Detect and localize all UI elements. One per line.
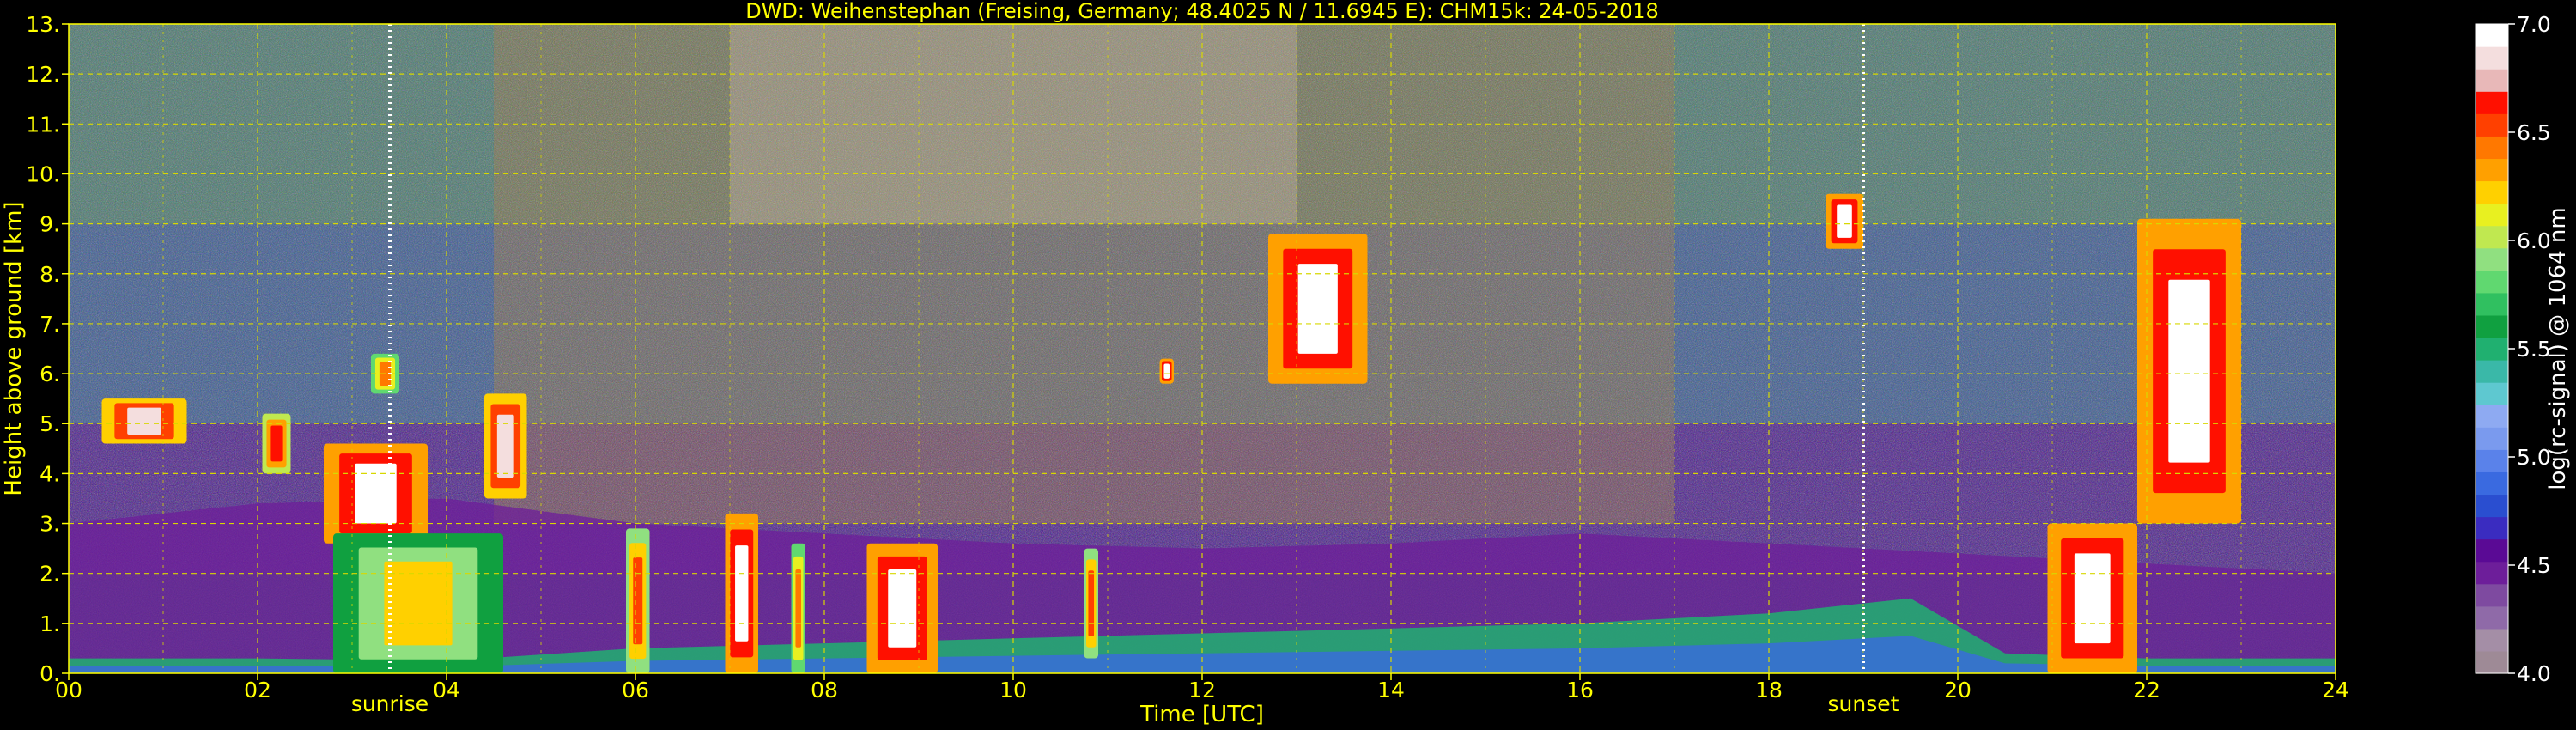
sun-event-labels: sunrise sunset: [351, 691, 1899, 716]
y-tick-label: 2.: [39, 562, 60, 587]
sun-event-label: sunrise: [351, 691, 428, 716]
colorbar-segment: [2476, 494, 2508, 518]
colorbar-label: log(rc-signal) @ 1064 nm: [2545, 207, 2571, 490]
cloud-core: [384, 561, 453, 646]
x-tick-label: 22: [2133, 678, 2160, 703]
cloud-core: [127, 407, 161, 435]
cloud-0: [101, 398, 187, 444]
y-tick-label: 12.: [26, 62, 60, 87]
colorbar-segment: [2476, 516, 2508, 540]
y-tick-label: 8.: [39, 262, 60, 287]
colorbar: 4.04.55.05.56.06.57.0 log(rc-signal) @ 1…: [2475, 12, 2571, 686]
colorbar-segment: [2476, 471, 2508, 496]
x-tick-label: 08: [811, 678, 838, 703]
plot-area: [68, 23, 2336, 674]
x-tick-label: 04: [433, 678, 460, 703]
y-tick-label: 3.: [39, 512, 60, 537]
x-axis-label: Time [UTC]: [1139, 702, 1264, 727]
y-tick-label: 1.: [39, 611, 60, 636]
colorbar-segment: [2476, 69, 2508, 92]
cloud-14: [2047, 523, 2137, 673]
ceilometer-chart: DWD: Weihenstephan (Freising, Germany; 4…: [1, 0, 2571, 727]
cloud-core: [735, 545, 749, 642]
colorbar-segment: [2476, 382, 2508, 405]
colorbar-segment: [2476, 337, 2508, 361]
colorbar-segment: [2476, 561, 2508, 585]
colorbar-segment: [2476, 24, 2508, 47]
y-tick-label: 5.: [39, 411, 60, 436]
y-tick-label: 9.: [39, 212, 60, 237]
cloud-core: [633, 557, 643, 645]
cloud-core: [270, 425, 283, 462]
x-tick-label: 20: [1944, 678, 1971, 703]
cloud-core: [2074, 553, 2111, 644]
cloud-core: [1837, 204, 1852, 238]
y-axis: 0.1.2.3.4.5.6.7.8.9.10.11.12.13.: [26, 12, 69, 686]
cloud-9: [866, 543, 938, 673]
colorbar-segment: [2476, 91, 2508, 114]
colorbar-tick-label: 4.5: [2517, 553, 2551, 578]
colorbar-segment: [2476, 427, 2508, 450]
colorbar-segment: [2476, 538, 2508, 563]
sun-event-label: sunset: [1828, 691, 1899, 716]
colorbar-tick-label: 7.0: [2517, 12, 2551, 37]
colorbar-segment: [2476, 583, 2508, 607]
cloud-13: [1826, 193, 1863, 249]
colorbar-segment: [2476, 46, 2508, 70]
colorbar-segment: [2476, 449, 2508, 472]
x-tick-label: 06: [622, 678, 649, 703]
x-tick-label: 12: [1188, 678, 1216, 703]
y-tick-label: 6.: [39, 362, 60, 386]
colorbar-segment: [2476, 180, 2508, 204]
y-axis-label: Height above ground [km]: [1, 201, 27, 496]
colorbar-segment: [2476, 203, 2508, 227]
cloud-2: [324, 443, 428, 544]
x-tick-label: 10: [999, 678, 1027, 703]
cloud-core: [888, 569, 917, 648]
cloud-10: [1084, 548, 1098, 659]
cloud-7: [725, 513, 758, 673]
cloud-core: [1163, 363, 1170, 379]
x-tick-label: 02: [244, 678, 271, 703]
cloud-5: [333, 533, 503, 673]
cloud-core: [795, 569, 802, 648]
colorbar-segment: [2476, 158, 2508, 182]
colorbar-segment: [2476, 292, 2508, 316]
cloud-12: [1268, 234, 1368, 384]
y-tick-label: 7.: [39, 312, 60, 337]
cloud-6: [626, 528, 650, 673]
cloud-core: [2168, 279, 2210, 463]
colorbar-segment: [2476, 650, 2508, 674]
colorbar-segment: [2476, 247, 2508, 271]
colorbar-tick-label: 6.5: [2517, 120, 2551, 145]
colorbar-bar: [2475, 23, 2509, 674]
cloud-8: [791, 543, 805, 673]
chart-title: DWD: Weihenstephan (Freising, Germany; 4…: [745, 0, 1659, 23]
x-tick-label: 14: [1377, 678, 1405, 703]
x-tick-label: 24: [2322, 678, 2349, 703]
cloud-15: [2137, 218, 2241, 524]
cloud-core: [1088, 570, 1095, 636]
y-tick-label: 4.: [39, 461, 60, 486]
colorbar-tick-label: 4.0: [2517, 661, 2551, 686]
colorbar-segment: [2476, 314, 2508, 338]
x-tick-label: 16: [1566, 678, 1594, 703]
cloud-1: [262, 413, 291, 474]
x-tick-label: 00: [55, 678, 82, 703]
colorbar-segment: [2476, 360, 2508, 383]
colorbar-segment: [2476, 628, 2508, 652]
y-tick-label: 13.: [26, 12, 60, 37]
colorbar-segment: [2476, 405, 2508, 428]
colorbar-segment: [2476, 225, 2508, 249]
colorbar-segment: [2476, 270, 2508, 294]
y-tick-label: 10.: [26, 161, 60, 186]
x-tick-label: 18: [1755, 678, 1783, 703]
colorbar-segment: [2476, 136, 2508, 160]
y-tick-label: 11.: [26, 112, 60, 137]
colorbar-segment: [2476, 113, 2508, 137]
cloud-core: [1297, 264, 1338, 354]
colorbar-segment: [2476, 605, 2508, 630]
cloud-4: [484, 393, 527, 499]
cloud-11: [1159, 358, 1174, 384]
